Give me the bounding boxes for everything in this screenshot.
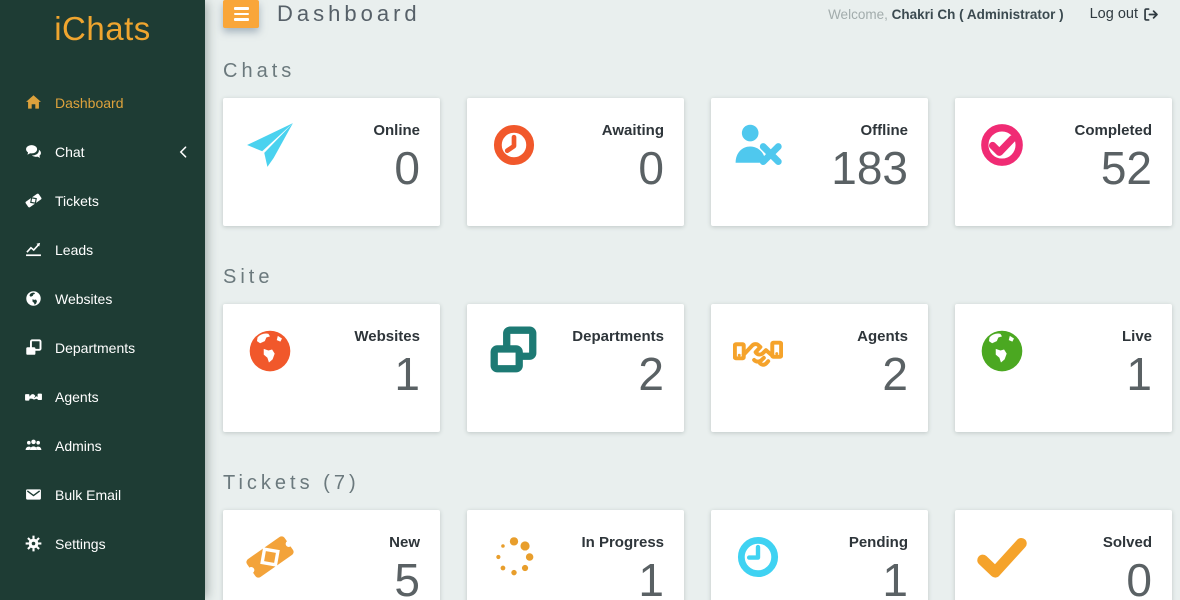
card-value: 2 (572, 348, 664, 401)
card-label: Departments (572, 328, 664, 345)
clock-solid-icon (489, 120, 541, 172)
sidebar-item-chat[interactable]: Chat (0, 127, 205, 176)
user-name: Chakri Ch ( Administrator ) (892, 7, 1064, 22)
card-label: Solved (1103, 534, 1152, 551)
sidebar-item-label: Agents (55, 389, 187, 405)
stat-card-online[interactable]: Online 0 (223, 98, 440, 226)
stat-card-pending[interactable]: Pending 1 (711, 510, 928, 600)
stat-card-in-progress[interactable]: In Progress 1 (467, 510, 684, 600)
card-label: In Progress (581, 534, 664, 551)
sidebar-item-label: Departments (55, 340, 187, 356)
sidebar-item-label: Dashboard (55, 95, 187, 111)
section-title: Tickets (7) (223, 472, 1172, 495)
stat-card-new[interactable]: New 5 (223, 510, 440, 600)
section-site: Site Websites 1 Departmen (223, 266, 1172, 432)
section-tickets: Tickets (7) New 5 In Prog (223, 472, 1172, 600)
card-label: Live (1122, 328, 1152, 345)
comments-icon (24, 143, 42, 160)
sign-out-icon (1143, 7, 1158, 22)
stat-card-live[interactable]: Live 1 (955, 304, 1172, 432)
section-title: Chats (223, 60, 1172, 83)
sidebar-item-label: Settings (55, 536, 187, 552)
card-label: Websites (354, 328, 420, 345)
chevron-left-icon (179, 146, 187, 158)
topbar: Dashboard Welcome, Chakri Ch ( Administr… (205, 0, 1180, 28)
clone-icon (489, 326, 541, 378)
sidebar-item-departments[interactable]: Departments (0, 323, 205, 372)
stat-card-agents[interactable]: Agents 2 (711, 304, 928, 432)
sidebar-item-settings[interactable]: Settings (0, 519, 205, 568)
card-value: 0 (373, 142, 420, 195)
stat-card-completed[interactable]: Completed 52 (955, 98, 1172, 226)
gear-icon (24, 535, 42, 552)
sidebar-item-admins[interactable]: Admins (0, 421, 205, 470)
clone-icon (24, 339, 42, 356)
globe-icon (24, 290, 42, 307)
sidebar-item-agents[interactable]: Agents (0, 372, 205, 421)
card-label: Completed (1074, 122, 1152, 139)
globe-icon (977, 326, 1029, 378)
stat-card-offline[interactable]: Offline 183 (711, 98, 928, 226)
card-value: 1 (354, 348, 420, 401)
card-label: New (389, 534, 420, 551)
menu-toggle-button[interactable] (223, 0, 259, 28)
envelope-icon (24, 486, 42, 503)
card-label: Agents (857, 328, 908, 345)
card-label: Online (373, 122, 420, 139)
stat-card-websites[interactable]: Websites 1 (223, 304, 440, 432)
section-title: Site (223, 266, 1172, 289)
spinner-icon (489, 532, 541, 584)
sidebar-item-label: Websites (55, 291, 187, 307)
sidebar-item-websites[interactable]: Websites (0, 274, 205, 323)
app-logo: iChats (0, 0, 205, 48)
dashboard-content: Chats Online 0 Awaiting (205, 28, 1180, 600)
ticket-icon (245, 532, 297, 584)
ticket-icon (24, 192, 42, 209)
sidebar-item-label: Admins (55, 438, 187, 454)
card-value: 1 (849, 554, 908, 600)
welcome-text: Welcome, Chakri Ch ( Administrator ) (828, 7, 1064, 22)
stat-card-awaiting[interactable]: Awaiting 0 (467, 98, 684, 226)
sidebar-item-label: Chat (55, 144, 179, 160)
card-label: Awaiting (602, 122, 664, 139)
card-value: 183 (831, 142, 908, 195)
sidebar-item-leads[interactable]: Leads (0, 225, 205, 274)
handshake-icon (733, 326, 785, 378)
page-title: Dashboard (277, 1, 421, 27)
sidebar: iChats Dashboard Chat Tickets Leads (0, 0, 205, 600)
sidebar-item-label: Tickets (55, 193, 187, 209)
chart-line-icon (24, 241, 42, 258)
sidebar-item-bulk-email[interactable]: Bulk Email (0, 470, 205, 519)
logout-link[interactable]: Log out (1090, 6, 1158, 22)
stat-card-departments[interactable]: Departments 2 (467, 304, 684, 432)
sidebar-item-label: Leads (55, 242, 187, 258)
card-value: 2 (857, 348, 908, 401)
card-label: Pending (849, 534, 908, 551)
card-value: 1 (1122, 348, 1152, 401)
clock-outline-icon (733, 532, 785, 584)
check-icon (977, 532, 1029, 584)
user-times-icon (733, 120, 785, 172)
home-icon (24, 94, 42, 111)
users-icon (24, 437, 42, 454)
card-value: 52 (1074, 142, 1152, 195)
stat-card-solved[interactable]: Solved 0 (955, 510, 1172, 600)
card-value: 1 (581, 554, 664, 600)
main-area: Dashboard Welcome, Chakri Ch ( Administr… (205, 0, 1180, 600)
sidebar-menu: Dashboard Chat Tickets Leads Webs (0, 78, 205, 568)
card-value: 0 (1103, 554, 1152, 600)
sidebar-item-tickets[interactable]: Tickets (0, 176, 205, 225)
paper-plane-icon (245, 120, 297, 172)
card-value: 5 (389, 554, 420, 600)
section-chats: Chats Online 0 Awaiting (223, 60, 1172, 226)
check-circle-icon (977, 120, 1029, 172)
card-value: 0 (602, 142, 664, 195)
handshake-icon (24, 388, 42, 405)
sidebar-item-label: Bulk Email (55, 487, 187, 503)
globe-icon (245, 326, 297, 378)
card-label: Offline (831, 122, 908, 139)
sidebar-item-dashboard[interactable]: Dashboard (0, 78, 205, 127)
